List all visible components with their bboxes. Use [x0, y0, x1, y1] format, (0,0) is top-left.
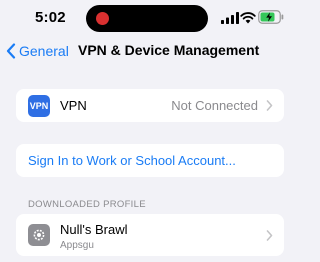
- vpn-group: VPN VPN Not Connected: [16, 89, 284, 122]
- vpn-icon: VPN: [28, 94, 50, 117]
- chevron-left-icon: [6, 43, 16, 59]
- status-time: 5:02: [35, 9, 66, 26]
- back-button-general[interactable]: General: [6, 40, 69, 62]
- screen: 5:02 General VPN & Device Management VPN…: [0, 0, 300, 262]
- signal-icon: [221, 12, 239, 24]
- gear-icon: [28, 224, 50, 246]
- battery-charging-icon: [258, 10, 284, 24]
- status-bar: 5:02: [0, 0, 300, 36]
- navigation-bar: General VPN & Device Management: [0, 36, 300, 66]
- vpn-row[interactable]: VPN VPN Not Connected: [16, 89, 284, 122]
- wifi-icon: [240, 12, 256, 24]
- page-title: VPN & Device Management: [78, 42, 260, 58]
- chevron-right-icon: [266, 100, 273, 111]
- profile-row-nulls-brawl[interactable]: Null's Brawl Appsgu: [16, 214, 284, 256]
- section-header-downloaded-profile: DOWNLOADED PROFILE: [28, 199, 146, 210]
- profile-name: Null's Brawl: [60, 222, 128, 237]
- sign-in-work-school-button[interactable]: Sign In to Work or School Account...: [28, 153, 236, 168]
- dynamic-island: [86, 5, 208, 32]
- sign-in-group: Sign In to Work or School Account...: [16, 144, 284, 177]
- gear-glyph-icon: [33, 229, 45, 241]
- chevron-right-icon: [266, 230, 273, 241]
- back-button-label: General: [19, 43, 69, 59]
- vpn-label: VPN: [60, 98, 87, 113]
- vpn-status: Not Connected: [171, 98, 258, 113]
- sign-in-row[interactable]: Sign In to Work or School Account...: [16, 144, 284, 177]
- downloaded-profile-group: Null's Brawl Appsgu: [16, 214, 284, 256]
- recording-indicator-icon: [96, 12, 109, 25]
- profile-subtitle: Appsgu: [60, 240, 94, 251]
- vpn-icon-text: VPN: [29, 100, 49, 111]
